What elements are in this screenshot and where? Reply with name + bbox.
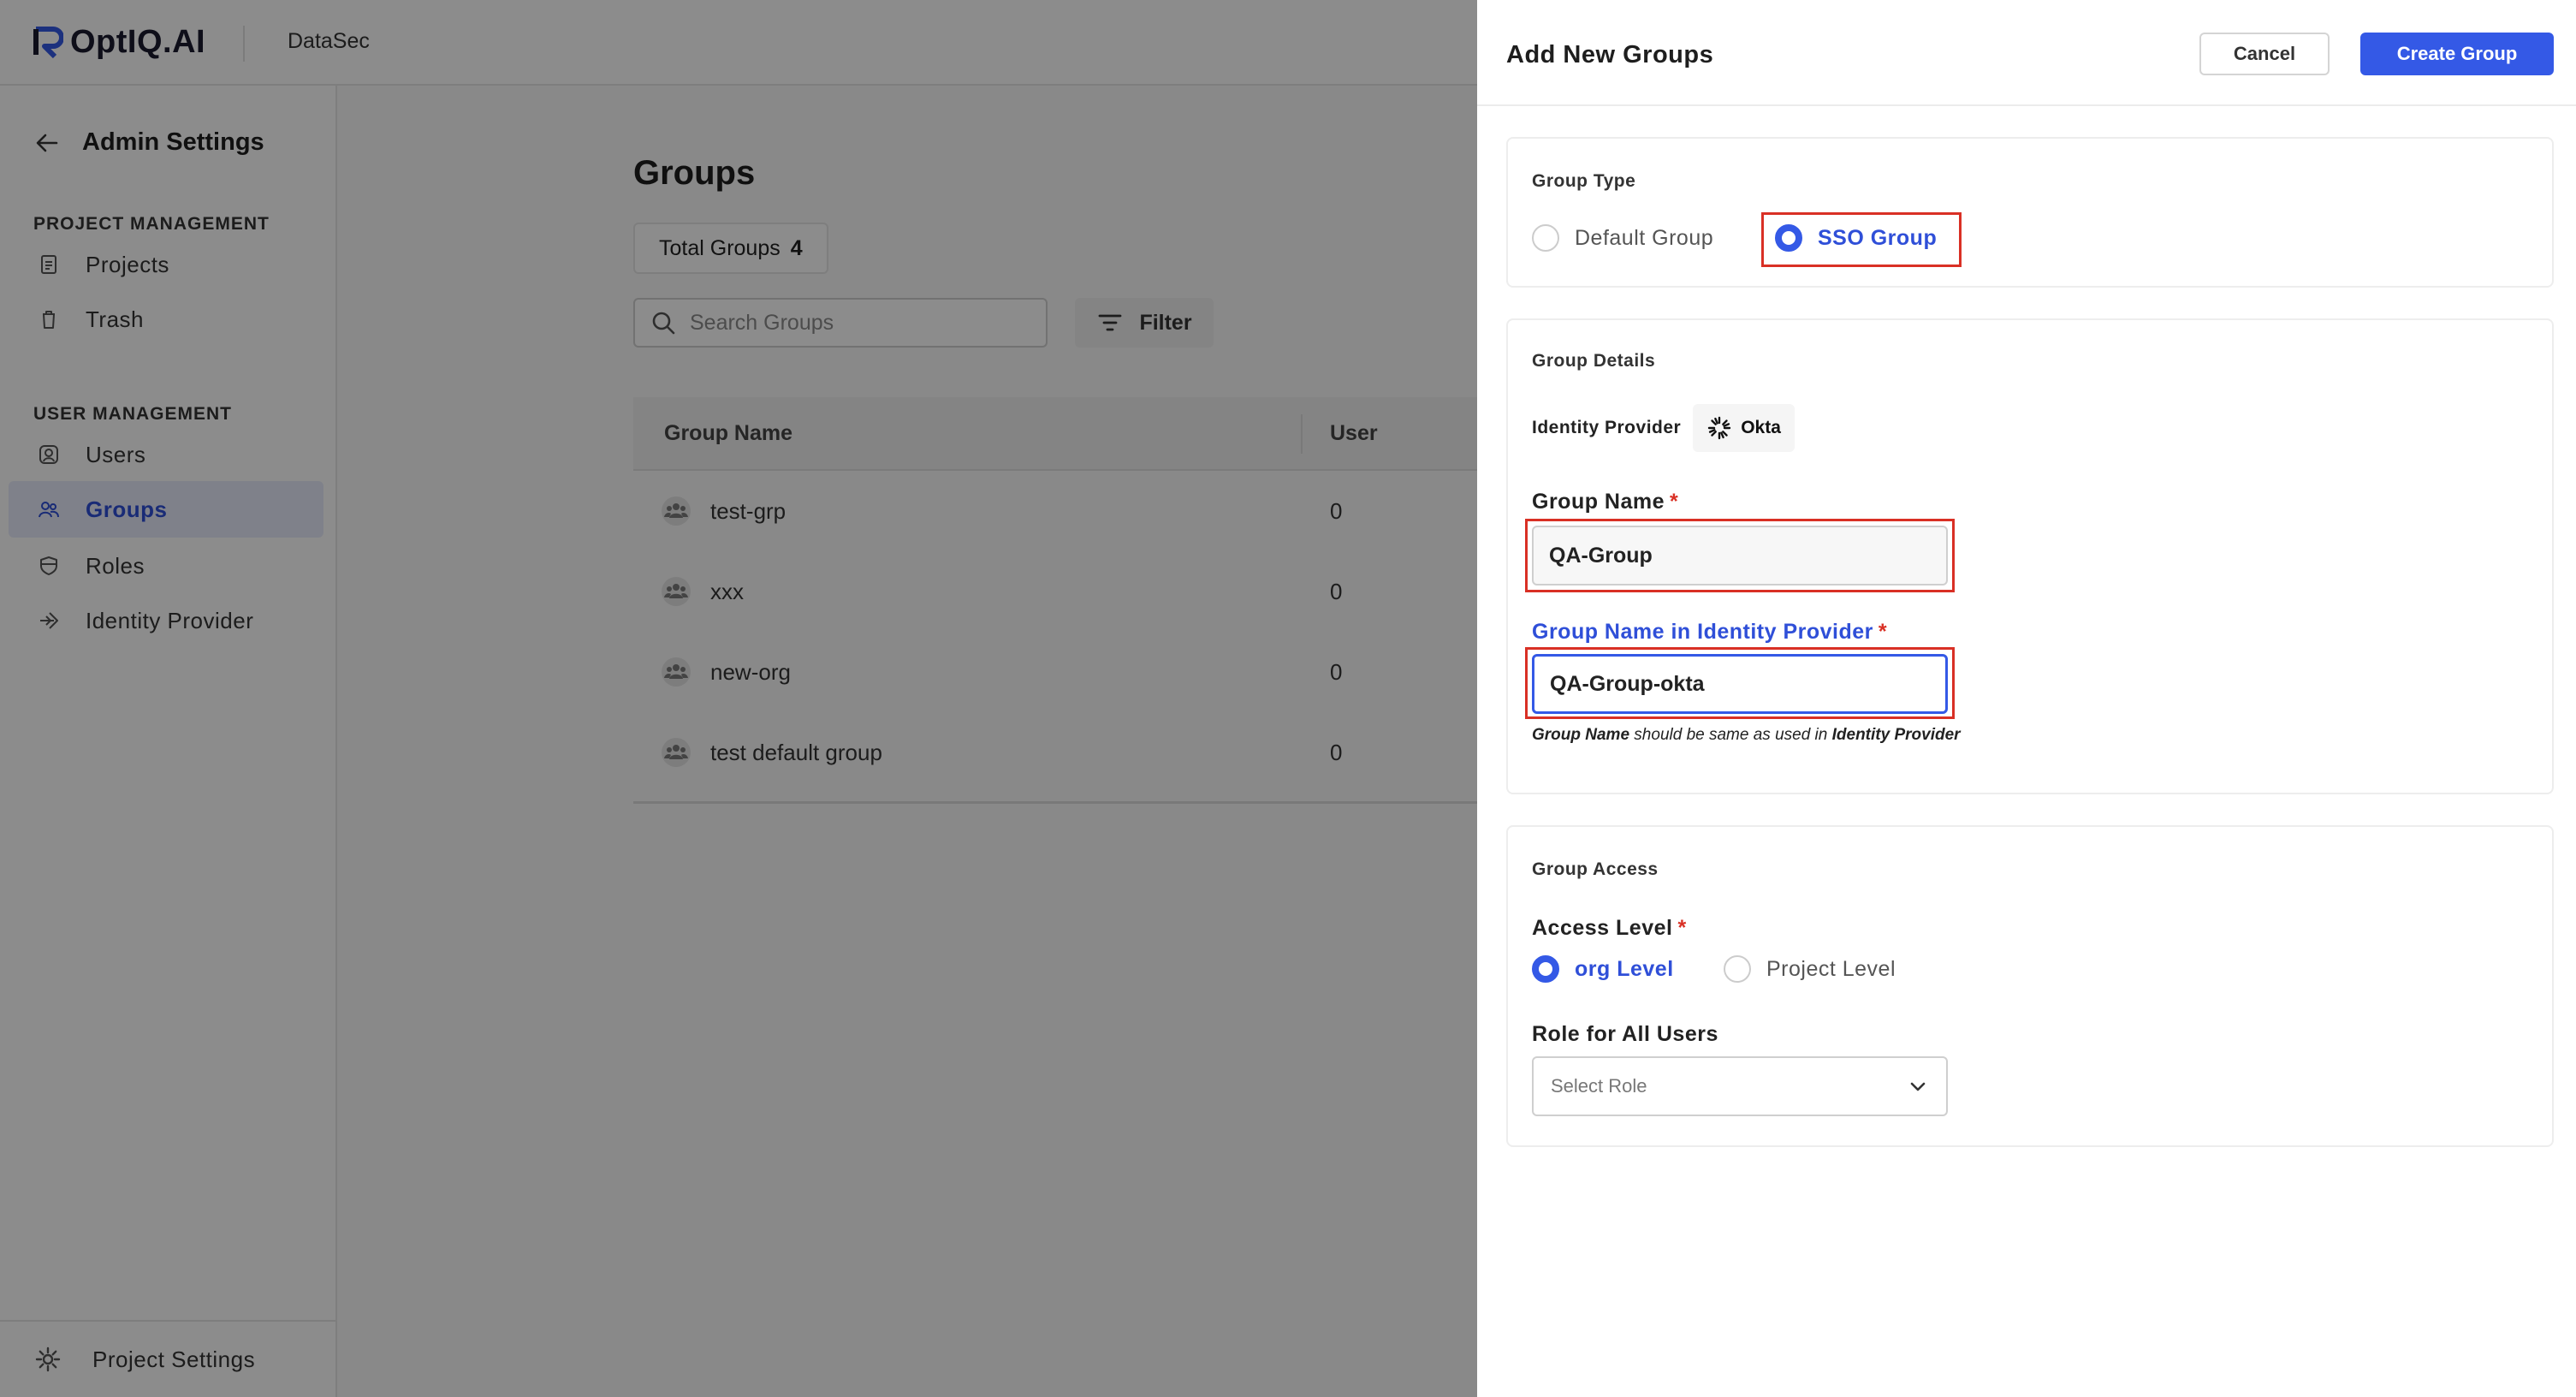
highlight-group-name bbox=[1525, 519, 1955, 592]
highlight-sso-group bbox=[1761, 212, 1962, 267]
radio-circle[interactable] bbox=[1532, 955, 1559, 983]
identity-provider-label: Identity Provider bbox=[1532, 418, 1682, 437]
radio-circle[interactable] bbox=[1532, 224, 1559, 252]
identity-provider-value: Okta bbox=[1741, 418, 1781, 437]
idp-group-name-label: Group Name in Identity Provider * bbox=[1532, 620, 1888, 644]
radio-project-level[interactable]: Project Level bbox=[1724, 955, 1896, 983]
select-role-placeholder: Select Role bbox=[1551, 1075, 1647, 1097]
select-role-dropdown[interactable]: Select Role bbox=[1532, 1056, 1948, 1116]
group-type-label: Group Type bbox=[1532, 171, 1636, 191]
radio-label: Default Group bbox=[1575, 225, 1714, 250]
group-name-label: Group Name * bbox=[1532, 490, 1679, 514]
group-access-label: Group Access bbox=[1532, 859, 1659, 879]
create-group-button[interactable]: Create Group bbox=[2360, 33, 2554, 75]
group-access-card: Group Access Access Level * org Level Pro… bbox=[1506, 825, 2554, 1147]
group-name-hint: Group Name should be same as used in Ide… bbox=[1532, 726, 1961, 744]
radio-label: org Level bbox=[1575, 956, 1674, 981]
access-level-label: Access Level * bbox=[1532, 916, 1687, 940]
identity-provider-chip: Okta bbox=[1693, 404, 1795, 452]
okta-sunburst-icon bbox=[1708, 416, 1731, 440]
group-details-label: Group Details bbox=[1532, 351, 1656, 371]
drawer-title: Add New Groups bbox=[1506, 41, 1714, 68]
radio-default-group[interactable]: Default Group bbox=[1532, 224, 1713, 252]
cancel-button[interactable]: Cancel bbox=[2199, 33, 2330, 75]
radio-org-level[interactable]: org Level bbox=[1532, 955, 1674, 983]
highlight-idp-group-name bbox=[1525, 647, 1955, 719]
add-group-drawer: Add New Groups Cancel Create Group Group… bbox=[1477, 0, 2576, 1397]
radio-label: Project Level bbox=[1766, 956, 1896, 981]
chevron-down-icon bbox=[1910, 1082, 1926, 1091]
group-type-card: Group Type Default Group SSO Group bbox=[1506, 137, 2554, 288]
drawer-header: Add New Groups Cancel Create Group bbox=[1477, 0, 2576, 106]
group-details-card: Group Details Identity Provider Okta Gro… bbox=[1506, 318, 2554, 794]
radio-circle[interactable] bbox=[1724, 955, 1751, 983]
identity-provider-row: Identity Provider Okta bbox=[1532, 404, 1795, 452]
role-for-all-users-label: Role for All Users bbox=[1532, 1022, 1718, 1046]
modal-backdrop[interactable] bbox=[0, 0, 1477, 1397]
